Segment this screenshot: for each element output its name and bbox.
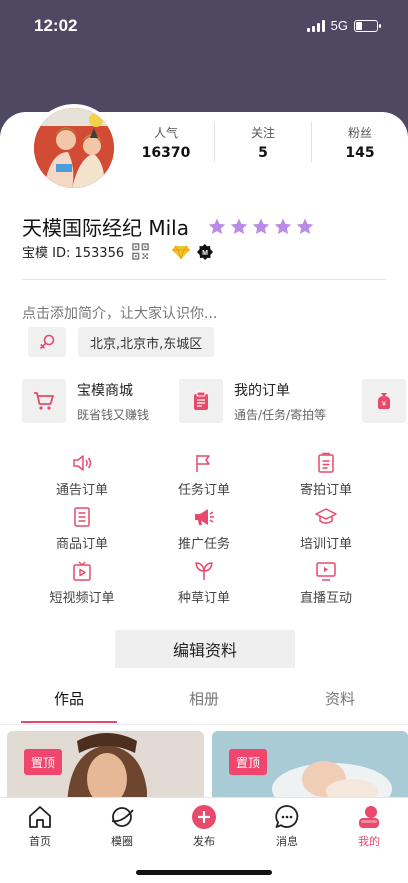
diamond-badge-icon xyxy=(172,245,191,259)
live-tv-icon xyxy=(316,562,336,581)
megaphone-icon xyxy=(195,509,214,525)
tab-works[interactable]: 作品 xyxy=(1,688,137,709)
star-icon xyxy=(252,218,270,234)
video-icon xyxy=(73,561,91,581)
battery-icon xyxy=(354,19,381,32)
menu-consign-orders[interactable]: 寄拍订单 xyxy=(266,452,386,498)
flag-icon xyxy=(196,455,210,472)
svg-text:M: M xyxy=(202,250,208,257)
signal-icon xyxy=(306,19,325,32)
menu-live-interaction[interactable]: 直播互动 xyxy=(266,560,386,606)
menu-promotion-tasks[interactable]: 推广任务 xyxy=(144,506,264,552)
tab-info[interactable]: 资料 xyxy=(272,688,408,709)
active-tab-indicator xyxy=(21,721,117,723)
home-icon xyxy=(29,806,51,828)
menu-notice-orders[interactable]: 通告订单 xyxy=(22,452,142,498)
profile-icon xyxy=(359,806,379,828)
nav-home[interactable]: 首页 xyxy=(10,804,70,849)
stat-popularity[interactable]: 人气 16370 xyxy=(118,122,215,162)
menu-short-video-orders[interactable]: 短视频订单 xyxy=(22,560,142,606)
wallet-shortcut[interactable]: ¥ xyxy=(362,379,406,423)
qr-code-icon[interactable] xyxy=(132,243,149,260)
nav-circle[interactable]: 模圈 xyxy=(92,804,152,849)
money-bag-icon: ¥ xyxy=(378,393,390,409)
profile-page: 12:02 5G 人气 16370 关注 5 粉丝 145 天模国际经纪 Mil… xyxy=(0,0,408,883)
nav-publish[interactable]: 发布 xyxy=(174,804,234,849)
order-icon xyxy=(194,391,208,410)
sprout-icon xyxy=(195,562,213,580)
add-icon xyxy=(192,805,216,829)
my-orders-title: 我的订单 xyxy=(234,382,290,399)
avatar[interactable] xyxy=(30,104,118,192)
menu-product-orders[interactable]: 商品订单 xyxy=(22,506,142,552)
shop-title: 宝模商城 xyxy=(77,382,133,399)
menu-training-orders[interactable]: 培训订单 xyxy=(266,506,386,552)
star-icon xyxy=(296,218,314,234)
network-type: 5G xyxy=(330,18,348,33)
star-icon xyxy=(208,218,226,234)
location-tag: 北京,北京市,东城区 xyxy=(78,327,215,357)
my-orders-subtitle: 通告/任务/寄拍等 xyxy=(234,407,327,422)
clipboard-icon xyxy=(318,452,334,473)
nav-messages[interactable]: 消息 xyxy=(257,804,317,849)
star-icon xyxy=(274,218,292,234)
planet-icon xyxy=(111,807,134,827)
speaker-icon xyxy=(73,455,92,471)
edit-profile-button[interactable]: 编辑资料 xyxy=(115,630,295,668)
profile-name: 天模国际经纪 Mila xyxy=(22,216,189,240)
model-id: 宝模 ID: 153356 xyxy=(22,246,125,261)
content-tabs: 作品 相册 资料 xyxy=(0,688,408,726)
divider xyxy=(22,279,386,280)
tabs-divider xyxy=(0,724,408,725)
home-indicator xyxy=(136,870,272,875)
gallery-item[interactable]: 置顶 xyxy=(7,731,204,797)
status-time: 12:02 xyxy=(34,16,78,35)
document-icon xyxy=(74,507,90,527)
member-badge-icon: M xyxy=(197,243,214,260)
name-row: 天模国际经纪 Mila xyxy=(22,212,315,241)
gender-tag xyxy=(28,327,66,357)
shop-subtitle: 既省钱又赚钱 xyxy=(77,407,150,422)
rating-stars xyxy=(207,217,315,237)
graduation-cap-icon xyxy=(315,508,337,524)
star-icon xyxy=(230,218,248,234)
female-icon xyxy=(39,334,55,350)
svg-text:¥: ¥ xyxy=(382,401,386,408)
tag-row: 北京,北京市,东城区 xyxy=(28,327,215,357)
menu-seeding-orders[interactable]: 种草订单 xyxy=(144,560,264,606)
gallery-item[interactable]: 置顶 xyxy=(212,731,408,797)
profile-stats: 人气 16370 关注 5 粉丝 145 xyxy=(118,122,408,162)
shortcut-row: 宝模商城 既省钱又赚钱 我的订单 通告/任务/寄拍等 ¥ xyxy=(22,379,408,425)
stat-following[interactable]: 关注 5 xyxy=(215,122,312,162)
shop-shortcut[interactable]: 宝模商城 既省钱又赚钱 xyxy=(22,379,149,423)
pinned-badge: 置顶 xyxy=(24,749,62,775)
id-row: 宝模 ID: 153356 M xyxy=(22,242,214,261)
nav-profile[interactable]: 我的 xyxy=(339,804,399,849)
stat-followers[interactable]: 粉丝 145 xyxy=(312,122,408,162)
cart-icon xyxy=(34,392,54,410)
works-gallery: 置顶 置顶 xyxy=(0,731,408,797)
bio-placeholder[interactable]: 点击添加简介，让大家认识你... xyxy=(22,303,217,323)
chat-icon xyxy=(275,805,299,828)
tab-album[interactable]: 相册 xyxy=(136,688,272,709)
menu-task-orders[interactable]: 任务订单 xyxy=(144,452,264,498)
pinned-badge: 置顶 xyxy=(229,749,267,775)
status-bar: 12:02 5G xyxy=(0,0,408,52)
my-orders-shortcut[interactable]: 我的订单 通告/任务/寄拍等 xyxy=(179,379,326,423)
